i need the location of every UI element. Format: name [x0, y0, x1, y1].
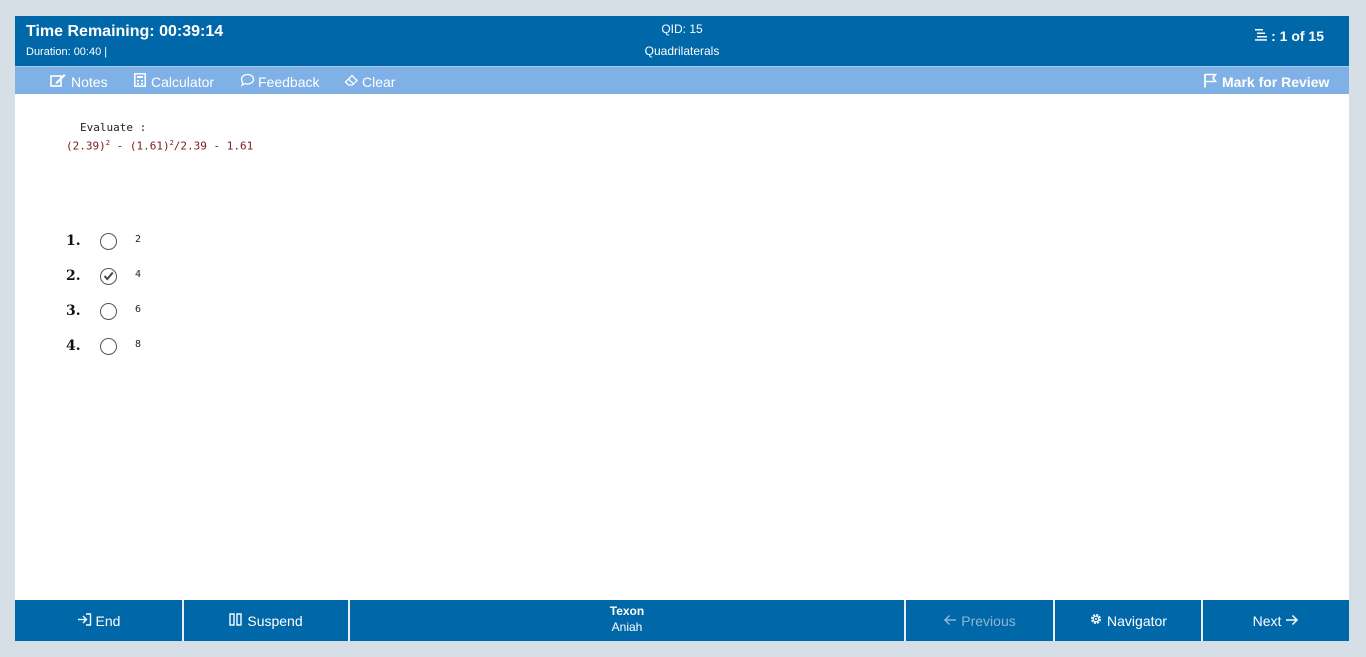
- feedback-label: Feedback: [258, 73, 320, 90]
- exam-window: Time Remaining: 00:39:14 Duration: 00:40…: [15, 16, 1349, 641]
- question-counter-text: : 1 of 15: [1271, 28, 1324, 44]
- clear-label: Clear: [362, 73, 396, 90]
- flag-icon: [1203, 73, 1218, 91]
- question-area: Evaluate : (2.39)2 - (1.61)2/2.39 - 1.61…: [15, 94, 1349, 600]
- checkmark-icon: [103, 271, 114, 281]
- option-radio[interactable]: [100, 302, 117, 320]
- gear-icon: [1089, 612, 1103, 629]
- end-button[interactable]: End: [15, 600, 182, 641]
- expression-part: - (1.61): [109, 139, 170, 153]
- navigator-label: Navigator: [1107, 612, 1167, 629]
- option-number: 4.: [66, 338, 81, 354]
- arrow-right-icon: [1285, 613, 1299, 629]
- arrow-left-icon: [943, 613, 957, 629]
- mark-for-review-button[interactable]: Mark for Review: [1203, 73, 1329, 91]
- question-counter: : 1 of 15: [1255, 28, 1324, 44]
- option-radio[interactable]: [100, 337, 117, 355]
- calculator-icon: [134, 73, 146, 90]
- question-label: Evaluate :: [80, 121, 147, 134]
- question-topic: Quadrilaterals: [644, 44, 720, 58]
- option-number: 2.: [66, 268, 81, 284]
- option-radio[interactable]: [100, 232, 117, 250]
- question-id: QID: 15: [661, 22, 703, 36]
- end-label: End: [95, 612, 121, 629]
- option-text: 8: [135, 338, 142, 350]
- answer-option-3[interactable]: 3. 6: [66, 300, 141, 322]
- edit-icon: [50, 73, 66, 90]
- previous-label: Previous: [961, 612, 1016, 629]
- sign-in-arrow-icon: [77, 612, 92, 629]
- mark-for-review-label: Mark for Review: [1222, 74, 1330, 90]
- expression-part: (2.39): [66, 139, 106, 153]
- exam-name: Texon: [609, 604, 645, 618]
- clear-button[interactable]: Clear: [344, 73, 395, 90]
- option-number: 1.: [66, 233, 81, 249]
- option-text: 2: [135, 233, 142, 245]
- candidate-name: Aniah: [611, 620, 643, 634]
- expression-part: /2.39 - 1.61: [173, 139, 254, 153]
- answer-option-2[interactable]: 2. 4: [66, 265, 141, 287]
- speech-bubble-icon: [240, 73, 255, 90]
- calculator-label: Calculator: [151, 73, 215, 90]
- option-radio-selected[interactable]: [100, 267, 117, 285]
- list-icon: [1255, 28, 1269, 44]
- next-label: Next: [1252, 612, 1282, 629]
- exam-footer: End Suspend Texon Aniah Previous Navigat…: [15, 600, 1349, 641]
- previous-button[interactable]: Previous: [906, 600, 1053, 641]
- suspend-button[interactable]: Suspend: [184, 600, 348, 641]
- exam-header: Time Remaining: 00:39:14 Duration: 00:40…: [15, 16, 1349, 66]
- toolbar: Notes Calculator Feedback Clear Mark for…: [15, 66, 1349, 94]
- navigator-button[interactable]: Navigator: [1055, 600, 1201, 641]
- option-text: 4: [135, 268, 142, 280]
- answer-option-4[interactable]: 4. 8: [66, 335, 141, 357]
- answer-option-1[interactable]: 1. 2: [66, 230, 141, 252]
- eraser-icon: [344, 73, 359, 90]
- calculator-button[interactable]: Calculator: [134, 73, 214, 90]
- next-button[interactable]: Next: [1203, 600, 1349, 641]
- notes-label: Notes: [71, 73, 108, 90]
- option-text: 6: [135, 303, 142, 315]
- notes-button[interactable]: Notes: [50, 73, 108, 90]
- feedback-button[interactable]: Feedback: [240, 73, 319, 90]
- candidate-info: Texon Aniah: [350, 604, 904, 634]
- pause-icon: [229, 612, 243, 629]
- suspend-label: Suspend: [247, 612, 303, 629]
- option-number: 3.: [66, 303, 81, 319]
- question-expression: (2.39)2 - (1.61)2/2.39 - 1.61: [66, 139, 253, 153]
